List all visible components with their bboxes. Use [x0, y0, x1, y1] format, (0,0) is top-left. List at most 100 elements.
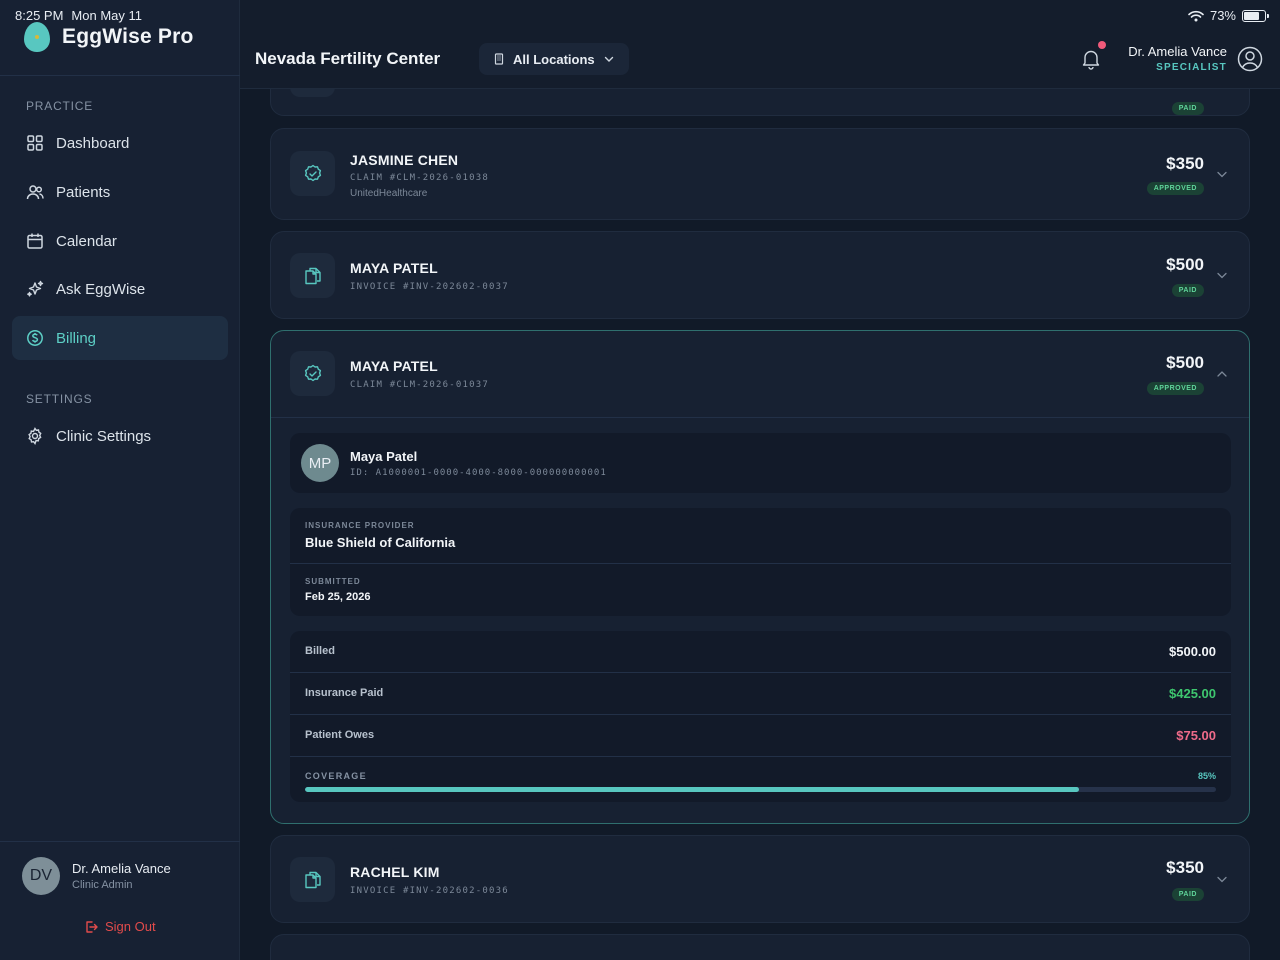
- card-icon-box: [290, 151, 335, 196]
- patient-summary[interactable]: MP Maya Patel ID: A1000001-0000-4000-800…: [290, 433, 1231, 493]
- sidebar-item-calendar[interactable]: Calendar: [12, 219, 228, 263]
- status-date: Mon May 11: [71, 8, 142, 23]
- coverage-percent: 85%: [1197, 771, 1216, 781]
- avatar: MP: [301, 444, 339, 482]
- patient-name: Maya Patel: [350, 449, 418, 464]
- card-amount: $500: [1166, 255, 1204, 274]
- patient-id: ID: A1000001-0000-4000-8000-000000000001: [350, 468, 607, 478]
- card-amount: $350: [1166, 154, 1204, 173]
- card-patient-name: MAYA PATEL: [350, 358, 438, 374]
- chevron-down-icon[interactable]: [1216, 269, 1228, 281]
- card-amount: $500: [1166, 353, 1204, 372]
- billing-card-maya-patel-claim[interactable]: MAYA PATEL CLAIM #CLM-2026-01037 $500 AP…: [270, 330, 1250, 824]
- sidebar-user-card[interactable]: DV Dr. Amelia Vance Clinic Admin: [22, 857, 171, 895]
- sidebar-item-label: Dashboard: [56, 134, 130, 152]
- sign-out-icon: [86, 920, 98, 933]
- card-reference: INVOICE #INV-202602-0037: [350, 282, 509, 292]
- billing-card-jasmine-chen[interactable]: JASMINE CHEN CLAIM #CLM-2026-01038 Unite…: [270, 128, 1250, 220]
- coverage-progress-fill: [305, 787, 1080, 792]
- sidebar-item-label: Patients: [56, 183, 111, 201]
- chevron-down-icon[interactable]: [1216, 873, 1228, 885]
- billing-card-partial[interactable]: PAID: [270, 89, 1250, 116]
- page-title: Nevada Fertility Center: [255, 49, 441, 68]
- wifi-icon: [1188, 10, 1204, 21]
- users-icon: [26, 185, 44, 200]
- header-user[interactable]: Dr. Amelia Vance SPECIALIST: [1128, 44, 1227, 73]
- billing-list[interactable]: PAID JASMINE CHEN CLAIM #CLM-2026-01038 …: [240, 89, 1280, 960]
- notification-dot: [1098, 41, 1106, 49]
- sidebar-divider: [0, 75, 240, 76]
- sidebar: EggWise Pro PRACTICE Dashboard Patients …: [0, 0, 240, 960]
- submitted-value: Feb 25, 2026: [305, 591, 371, 603]
- settings-section-label: SETTINGS: [26, 392, 93, 406]
- claim-info: INSURANCE PROVIDER Blue Shield of Califo…: [290, 508, 1231, 616]
- financial-summary: Billed $500.00 Insurance Paid $425.00 Pa…: [290, 631, 1231, 802]
- brand[interactable]: EggWise Pro: [24, 22, 194, 52]
- grid-icon: [27, 135, 43, 151]
- insurance-paid-row: Insurance Paid $425.00: [290, 673, 1231, 715]
- sidebar-item-label: Ask EggWise: [56, 280, 146, 298]
- building-icon: [494, 53, 504, 65]
- sidebar-item-label: Calendar: [56, 232, 117, 250]
- calendar-icon: [27, 233, 43, 249]
- chevron-down-icon: [604, 56, 613, 62]
- battery-icon: [1242, 9, 1269, 22]
- sidebar-item-patients[interactable]: Patients: [12, 170, 228, 214]
- patient-owes-label: Patient Owes: [305, 729, 375, 741]
- card-patient-name: JASMINE CHEN: [350, 152, 459, 168]
- avatar: DV: [22, 857, 60, 895]
- sidebar-item-billing[interactable]: Billing: [12, 316, 228, 360]
- card-icon-box: [290, 89, 335, 97]
- billing-card-maya-patel-invoice[interactable]: MAYA PATEL INVOICE #INV-202602-0037 $500…: [270, 231, 1250, 319]
- billing-card-partial[interactable]: [270, 934, 1250, 960]
- card-icon-box: [290, 857, 335, 902]
- sidebar-item-ask-eggwise[interactable]: Ask EggWise: [12, 267, 228, 311]
- card-reference: CLAIM #CLM-2026-01037: [350, 380, 489, 390]
- insurance-paid-label: Insurance Paid: [305, 687, 384, 699]
- status-badge: PAID: [1171, 102, 1204, 115]
- card-patient-name: MAYA PATEL: [350, 260, 438, 276]
- card-icon-box: [290, 351, 335, 396]
- card-reference: INVOICE #INV-202602-0036: [350, 886, 509, 896]
- status-badge: APPROVED: [1146, 382, 1204, 395]
- check-badge-icon: [304, 164, 321, 181]
- card-icon-box: [290, 253, 335, 298]
- bell-icon[interactable]: [1081, 48, 1101, 70]
- documents-icon: [304, 267, 321, 284]
- expanded-divider: [271, 417, 1249, 418]
- sidebar-item-label: Clinic Settings: [56, 427, 152, 445]
- sidebar-item-dashboard[interactable]: Dashboard: [12, 121, 228, 165]
- practice-section-label: PRACTICE: [26, 99, 94, 113]
- dollar-circle-icon: [27, 330, 43, 346]
- coverage-label: COVERAGE: [305, 771, 367, 781]
- insurance-provider-label: INSURANCE PROVIDER: [305, 521, 415, 530]
- sidebar-item-label: Billing: [56, 329, 97, 347]
- insurance-paid-value: $425.00: [1169, 686, 1216, 701]
- billed-value: $500.00: [1169, 644, 1216, 659]
- status-time: 8:25 PM: [15, 8, 64, 23]
- chevron-up-icon[interactable]: [1216, 368, 1228, 380]
- card-insurer: UnitedHealthcare: [350, 188, 428, 199]
- location-select[interactable]: All Locations: [479, 43, 629, 75]
- sign-out-label: Sign Out: [105, 919, 156, 934]
- documents-icon: [304, 871, 321, 888]
- sign-out-button[interactable]: Sign Out: [84, 919, 156, 934]
- card-amount: $350: [1166, 858, 1204, 877]
- billed-label: Billed: [305, 645, 335, 657]
- sidebar-item-clinic-settings[interactable]: Clinic Settings: [12, 414, 228, 458]
- status-badge: PAID: [1171, 284, 1204, 297]
- card-patient-name: RACHEL KIM: [350, 864, 440, 880]
- status-badge: APPROVED: [1146, 182, 1204, 195]
- insurance-provider-value: Blue Shield of California: [305, 535, 456, 550]
- billing-card-rachel-kim[interactable]: RACHEL KIM INVOICE #INV-202602-0036 $350…: [270, 835, 1250, 923]
- status-badge: PAID: [1171, 888, 1204, 901]
- user-circle-icon[interactable]: [1237, 46, 1263, 72]
- brand-name: EggWise Pro: [62, 25, 194, 48]
- patient-owes-row: Patient Owes $75.00: [290, 715, 1231, 757]
- check-badge-icon: [304, 364, 321, 381]
- sidebar-footer-divider: [0, 841, 240, 842]
- header-user-name: Dr. Amelia Vance: [1128, 44, 1227, 59]
- chevron-down-icon[interactable]: [1216, 168, 1228, 180]
- header-user-role: SPECIALIST: [1156, 62, 1227, 73]
- info-divider: [290, 563, 1231, 564]
